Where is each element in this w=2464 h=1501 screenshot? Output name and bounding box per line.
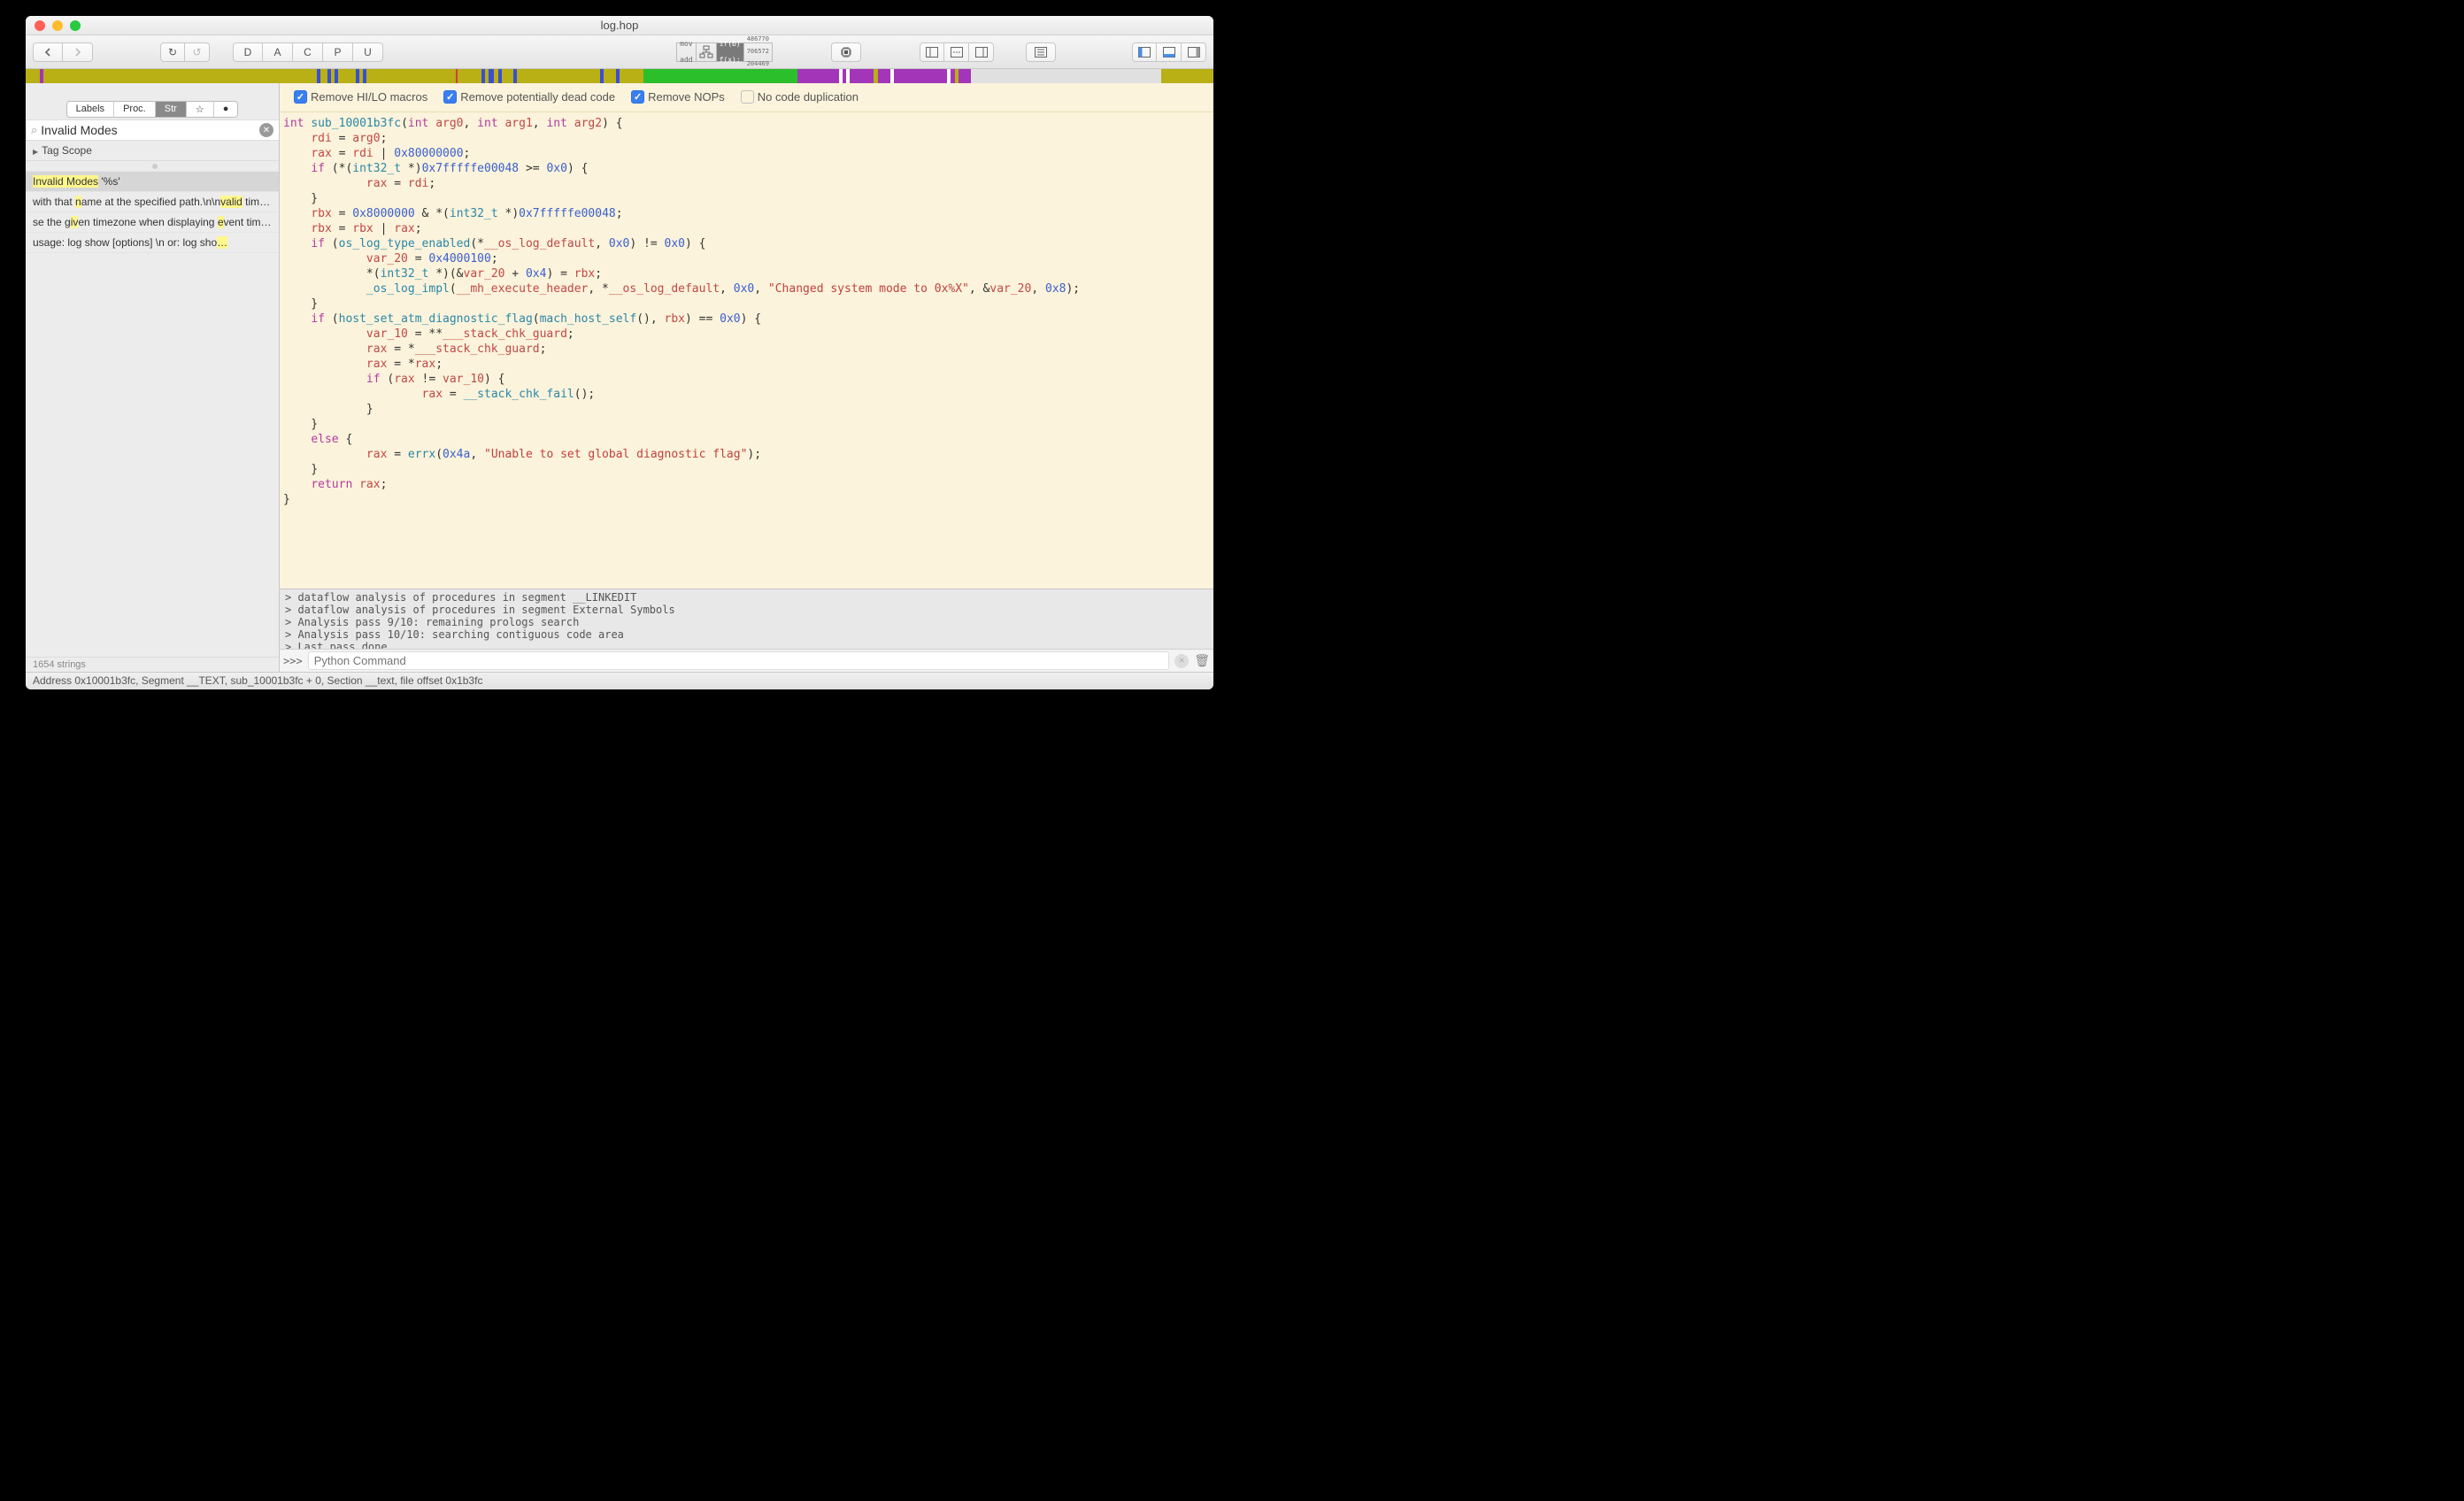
console-output: > dataflow analysis of procedures in seg… [280, 589, 1213, 649]
close-window-button[interactable] [35, 20, 45, 31]
search-input[interactable] [41, 123, 256, 137]
search-result[interactable]: se the given timezone when displaying ev… [26, 212, 279, 233]
toggle-bottom-panel-button[interactable] [1157, 42, 1182, 62]
titlebar: log.hop [26, 16, 1213, 35]
sidebar: LabelsProc.Str☆● ⌕ ✕ Tag Scope Invalid M… [26, 83, 280, 672]
remove-nops-checkbox[interactable]: Remove NOPs [631, 90, 725, 104]
no-code-duplication-checkbox[interactable]: No code duplication [741, 90, 859, 104]
console-prompt: >>> [283, 655, 303, 667]
sidebar-status: 1654 strings [26, 657, 279, 672]
nav-forward-button[interactable] [63, 42, 93, 62]
reload-button[interactable]: ↻ [160, 42, 185, 62]
mode-button-d[interactable]: D [233, 42, 263, 62]
sidebar-tab-0[interactable]: Labels [67, 102, 114, 117]
trash-icon[interactable]: 🗑 [1194, 654, 1210, 668]
sidebar-tab-1[interactable]: Proc. [114, 102, 156, 117]
panel-layout-2-button[interactable] [944, 42, 969, 62]
remove-hilo-checkbox[interactable]: Remove HI/LO macros [294, 90, 427, 104]
window-title: log.hop [26, 19, 1213, 32]
clear-search-button[interactable]: ✕ [259, 123, 273, 137]
mode-button-a[interactable]: A [263, 42, 293, 62]
main-panel: Remove HI/LO macros Remove potentially d… [280, 83, 1213, 672]
search-result[interactable]: usage: log show [options] \n or: log sho… [26, 233, 279, 253]
search-result[interactable]: with that name at the specified path.\n\… [26, 192, 279, 212]
view-mode-segmented[interactable]: movadd if(b)f(x); 486770706572204469 [676, 42, 773, 62]
app-window: log.hop ↻ ↺ DACPU movadd if(b)f(x); 4867… [26, 16, 1213, 689]
minimize-window-button[interactable] [52, 20, 63, 31]
reload-reverse-button[interactable]: ↺ [185, 42, 210, 62]
sidebar-tabs: LabelsProc.Str☆● [66, 101, 239, 118]
sidebar-tab-4[interactable]: ● [214, 102, 238, 117]
toggle-left-panel-button[interactable] [1132, 42, 1157, 62]
sidebar-tab-2[interactable]: Str [156, 102, 187, 117]
search-icon: ⌕ [31, 123, 37, 137]
toggle-right-panel-button[interactable] [1182, 42, 1206, 62]
decompiler-options-bar: Remove HI/LO macros Remove potentially d… [280, 83, 1213, 112]
single-panel-button[interactable] [1026, 42, 1056, 62]
tag-scope-toggle[interactable]: Tag Scope [26, 141, 279, 161]
panel-layout-1-button[interactable] [920, 42, 944, 62]
panel-layout-3-button[interactable] [969, 42, 994, 62]
toolbar: ↻ ↺ DACPU movadd if(b)f(x); 486770706572… [26, 35, 1213, 69]
cpu-icon-button[interactable] [831, 42, 861, 62]
navigation-bar[interactable] [26, 69, 1213, 83]
sidebar-tab-3[interactable]: ☆ [187, 102, 214, 117]
search-row: ⌕ ✕ [26, 119, 279, 141]
status-bar: Address 0x10001b3fc, Segment __TEXT, sub… [26, 672, 1213, 689]
graph-icon [697, 42, 717, 62]
mode-button-c[interactable]: C [293, 42, 323, 62]
search-results-list: Invalid Modes '%s'with that name at the … [26, 172, 279, 657]
console-clear-icon[interactable]: ✕ [1174, 654, 1189, 668]
mode-button-p[interactable]: P [323, 42, 353, 62]
mode-button-u[interactable]: U [353, 42, 383, 62]
console-panel: > dataflow analysis of procedures in seg… [280, 589, 1213, 672]
search-result[interactable]: Invalid Modes '%s' [26, 172, 279, 192]
nav-back-button[interactable] [33, 42, 63, 62]
console-input[interactable] [308, 651, 1170, 670]
zoom-window-button[interactable] [70, 20, 81, 31]
pseudo-code-view[interactable]: int sub_10001b3fc(int arg0, int arg1, in… [280, 112, 1213, 589]
remove-dead-code-checkbox[interactable]: Remove potentially dead code [443, 90, 615, 104]
